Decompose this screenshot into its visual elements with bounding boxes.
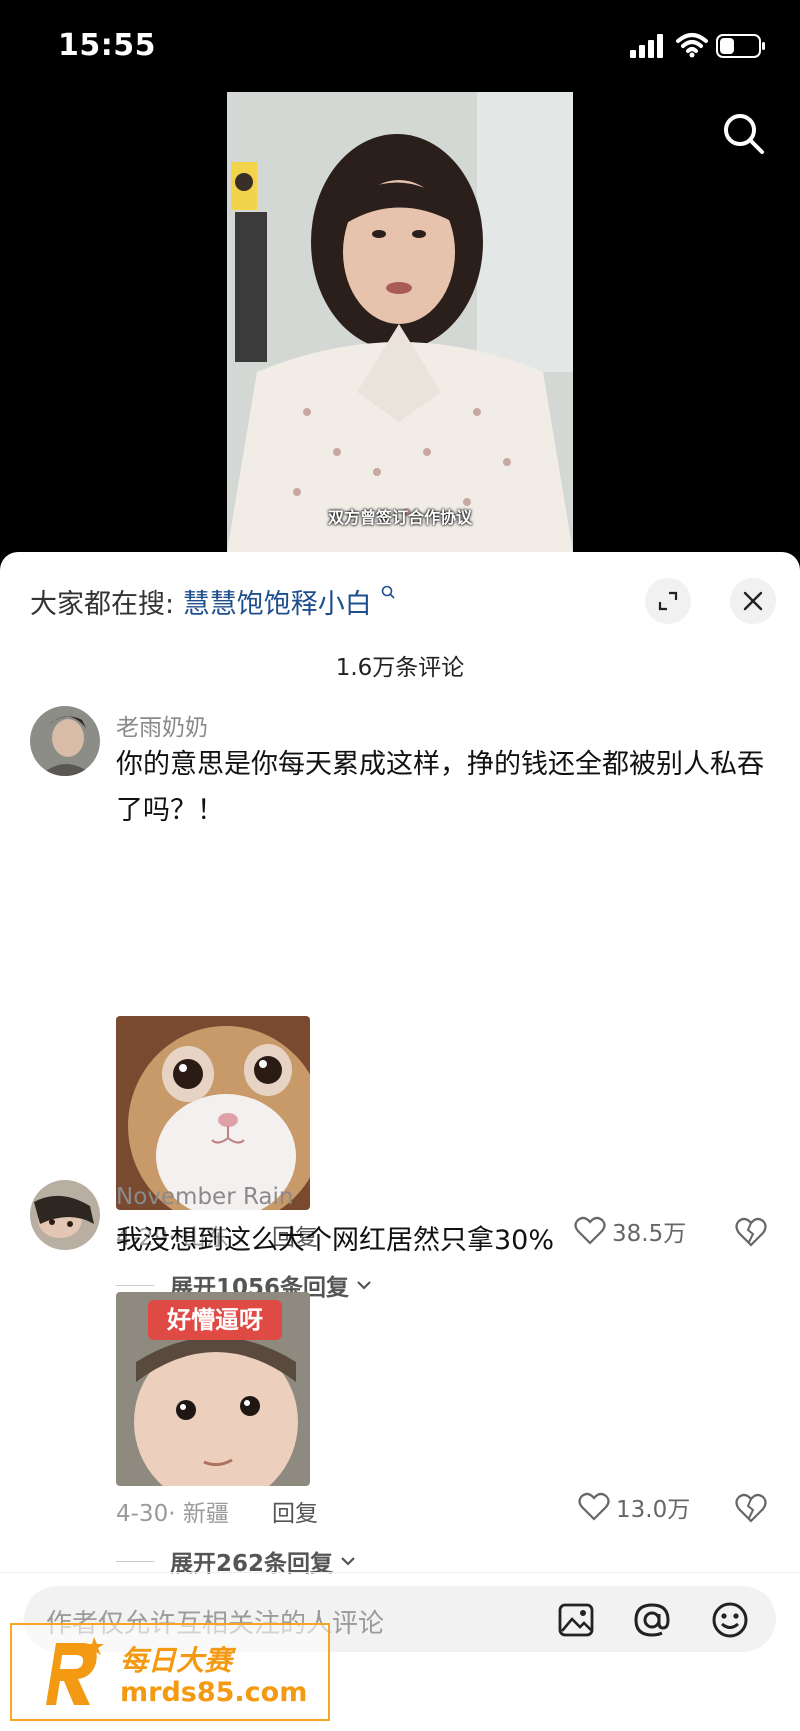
avatar[interactable] [30, 706, 100, 776]
input-divider [0, 1572, 800, 1573]
comment-username[interactable]: November Rain [116, 1184, 294, 1210]
image-icon[interactable] [556, 1600, 596, 1640]
search-icon[interactable] [720, 110, 768, 158]
chevron-down-icon [357, 1281, 371, 1290]
chevron-down-icon [341, 1557, 355, 1566]
cat-sticker [116, 1016, 310, 1210]
divider-line [116, 1284, 154, 1286]
comment-sticker-image[interactable]: 好懵逼呀 [116, 1292, 310, 1486]
expand-icon [658, 591, 678, 611]
comment-meta: 4-30· 新疆 [116, 1501, 229, 1527]
watermark-text: 每日大赛 [120, 1644, 233, 1677]
battery-icon [716, 34, 765, 58]
heart-icon [578, 1492, 610, 1521]
comment-text: 你的意思是你每天累成这样，挣的钱还全都被别人私吞了吗？！ [116, 749, 764, 826]
close-icon [743, 591, 763, 611]
trending-search[interactable]: 大家都在搜: 慧慧饱饱释小白 [30, 582, 398, 621]
comment-sticker-image[interactable] [116, 1016, 310, 1210]
video-player[interactable]: 双方曾签订合作协议 [227, 92, 573, 552]
watermark-logo: 每日大赛 mrds85.com [10, 1623, 330, 1721]
status-bar: 15:55 [0, 0, 800, 92]
comment-username[interactable]: 老雨奶奶 [116, 708, 208, 742]
mention-icon[interactable] [632, 1600, 672, 1640]
avatar[interactable] [30, 1180, 100, 1250]
reply-button[interactable]: 回复 [272, 1494, 318, 1528]
comment-sheet: 大家都在搜: 慧慧饱饱释小白 1.6万条评论 老雨奶奶 你的意思是你每天累成这样… [0, 552, 800, 1731]
like-count: 13.0万 [616, 1497, 691, 1523]
expand-button[interactable] [645, 578, 691, 624]
search-icon [381, 585, 395, 599]
sticker-caption: 好懵逼呀 [148, 1300, 282, 1340]
cellular-signal-icon [630, 34, 663, 58]
emoji-icon[interactable] [710, 1600, 750, 1640]
divider-line [116, 1560, 154, 1562]
trending-search-term[interactable]: 慧慧饱饱释小白 [183, 589, 372, 620]
trending-search-prefix: 大家都在搜: [30, 589, 175, 620]
screen: 15:55 双方曾签订合作协议 大家都在搜: 慧慧饱饱释小白 1.6万条评论 老… [0, 0, 800, 1731]
video-subtitle: 双方曾签订合作协议 [327, 508, 472, 527]
comment-text: 我没想到这么大个网红居然只拿30% [116, 1225, 555, 1256]
watermark-r-logo-icon [46, 1637, 104, 1705]
comment-count: 1.6万条评论 [335, 655, 465, 681]
broken-heart-icon[interactable] [734, 1492, 768, 1524]
status-time: 15:55 [58, 28, 156, 63]
like-button[interactable]: 13.0万 [578, 1490, 690, 1524]
video-frame-image [227, 92, 573, 552]
wifi-icon [676, 33, 708, 58]
watermark-url: mrds85.com [120, 1677, 308, 1708]
close-button[interactable] [730, 578, 776, 624]
